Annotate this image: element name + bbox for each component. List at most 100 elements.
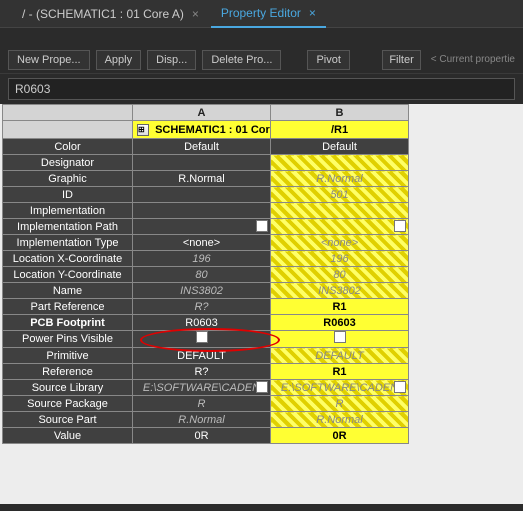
cell-a[interactable]	[133, 331, 271, 348]
cell-a[interactable]: <none>	[133, 235, 271, 251]
filter-label[interactable]: Filter	[382, 50, 420, 70]
toolbar: New Prope... Apply Disp... Delete Pro...…	[0, 46, 523, 74]
column-header-a[interactable]: A	[133, 105, 271, 121]
property-label[interactable]: ID	[3, 187, 133, 203]
cell-a[interactable]	[133, 187, 271, 203]
property-label[interactable]: Graphic	[3, 171, 133, 187]
cell-b[interactable]	[271, 155, 409, 171]
cell-a[interactable]: INS3802	[133, 283, 271, 299]
browse-box[interactable]	[256, 381, 268, 393]
table-row: Value0R0R	[3, 428, 409, 444]
cell-a[interactable]: R?	[133, 364, 271, 380]
table-row: PrimitiveDEFAULTDEFAULT	[3, 348, 409, 364]
schematic-context-cell[interactable]: ⊞ SCHEMATIC1 : 01 Cor	[133, 121, 271, 139]
table-row: Power Pins Visible	[3, 331, 409, 348]
cell-b[interactable]: R1	[271, 299, 409, 315]
table-row: GraphicR.NormalR.Normal	[3, 171, 409, 187]
property-label[interactable]: Source Part	[3, 412, 133, 428]
cell-a[interactable]: E:\SOFTWARE\CADEN	[133, 380, 271, 396]
close-icon[interactable]: ×	[309, 6, 316, 20]
browse-box[interactable]	[394, 381, 406, 393]
tab-bar: / - (SCHEMATIC1 : 01 Core A) × Property …	[0, 0, 523, 28]
cell-b[interactable]: 501	[271, 187, 409, 203]
property-label[interactable]: PCB Footprint	[3, 315, 133, 331]
table-row: NameINS3802INS3802	[3, 283, 409, 299]
browse-box[interactable]	[394, 220, 406, 232]
property-label[interactable]: Implementation Path	[3, 219, 133, 235]
property-label[interactable]: Value	[3, 428, 133, 444]
pivot-button[interactable]: Pivot	[307, 50, 349, 70]
property-label[interactable]: Location X-Coordinate	[3, 251, 133, 267]
property-label[interactable]: Implementation	[3, 203, 133, 219]
header-corner-2	[3, 121, 133, 139]
property-label[interactable]: Name	[3, 283, 133, 299]
table-row: Source LibraryE:\SOFTWARE\CADENE:\SOFTWA…	[3, 380, 409, 396]
table-row: PCB FootprintR0603R0603	[3, 315, 409, 331]
cell-a[interactable]: 196	[133, 251, 271, 267]
apply-button[interactable]: Apply	[96, 50, 142, 70]
property-label[interactable]: Power Pins Visible	[3, 331, 133, 348]
table-row: Part ReferenceR?R1	[3, 299, 409, 315]
cell-b[interactable]: R.Normal	[271, 412, 409, 428]
tab-schematic[interactable]: / - (SCHEMATIC1 : 01 Core A) ×	[12, 1, 209, 27]
cell-b[interactable]: <none>	[271, 235, 409, 251]
cell-b[interactable]: 0R	[271, 428, 409, 444]
property-label[interactable]: Reference	[3, 364, 133, 380]
cell-a[interactable]: DEFAULT	[133, 348, 271, 364]
table-row: Implementation	[3, 203, 409, 219]
property-label[interactable]: Color	[3, 139, 133, 155]
cell-a[interactable]	[133, 155, 271, 171]
cell-a[interactable]: R	[133, 396, 271, 412]
cell-b[interactable]: R.Normal	[271, 171, 409, 187]
property-label[interactable]: Source Library	[3, 380, 133, 396]
cell-b[interactable]: INS3802	[271, 283, 409, 299]
property-label[interactable]: Implementation Type	[3, 235, 133, 251]
column-header-b[interactable]: B	[271, 105, 409, 121]
cell-a[interactable]: R.Normal	[133, 171, 271, 187]
cell-a[interactable]: 0R	[133, 428, 271, 444]
cell-b[interactable]: R	[271, 396, 409, 412]
property-label[interactable]: Source Package	[3, 396, 133, 412]
close-icon[interactable]: ×	[192, 7, 199, 21]
schematic-label: SCHEMATIC1 : 01 Cor	[155, 124, 270, 136]
schematic-icon: ⊞	[137, 124, 149, 136]
new-property-button[interactable]: New Prope...	[8, 50, 90, 70]
scroll-hint: < Current propertie	[427, 54, 515, 65]
tab-property-editor[interactable]: Property Editor ×	[211, 0, 326, 28]
cell-b[interactable]: E:\SOFTWARE\CADEN	[271, 380, 409, 396]
cell-b[interactable]: R1	[271, 364, 409, 380]
cell-a[interactable]: R.Normal	[133, 412, 271, 428]
cell-b[interactable]: 196	[271, 251, 409, 267]
tab-label: Property Editor	[221, 6, 301, 20]
property-label[interactable]: Part Reference	[3, 299, 133, 315]
table-row: Implementation Type<none><none>	[3, 235, 409, 251]
cell-b[interactable]: DEFAULT	[271, 348, 409, 364]
column-header-row: A B	[3, 105, 409, 121]
cell-a[interactable]: 80	[133, 267, 271, 283]
cell-b[interactable]	[271, 331, 409, 348]
cell-a[interactable]: R?	[133, 299, 271, 315]
cell-a[interactable]	[133, 219, 271, 235]
delete-property-button[interactable]: Delete Pro...	[202, 50, 281, 70]
browse-box[interactable]	[256, 220, 268, 232]
display-button[interactable]: Disp...	[147, 50, 196, 70]
cell-b[interactable]	[271, 219, 409, 235]
checkbox[interactable]	[196, 331, 208, 343]
property-label[interactable]: Primitive	[3, 348, 133, 364]
context-header-row: ⊞ SCHEMATIC1 : 01 Cor /R1	[3, 121, 409, 139]
cell-b[interactable]: R0603	[271, 315, 409, 331]
property-label[interactable]: Designator	[3, 155, 133, 171]
table-row: Designator	[3, 155, 409, 171]
cell-b[interactable]	[271, 203, 409, 219]
table-row: ReferenceR?R1	[3, 364, 409, 380]
cell-a[interactable]	[133, 203, 271, 219]
checkbox[interactable]	[334, 331, 346, 343]
property-label[interactable]: Location Y-Coordinate	[3, 267, 133, 283]
cell-b[interactable]: 80	[271, 267, 409, 283]
instance-context-cell[interactable]: /R1	[271, 121, 409, 139]
property-grid: A B ⊞ SCHEMATIC1 : 01 Cor /R1 ColorDefau…	[0, 104, 523, 504]
search-input[interactable]	[8, 78, 515, 100]
cell-b[interactable]: Default	[271, 139, 409, 155]
cell-a[interactable]: R0603	[133, 315, 271, 331]
cell-a[interactable]: Default	[133, 139, 271, 155]
